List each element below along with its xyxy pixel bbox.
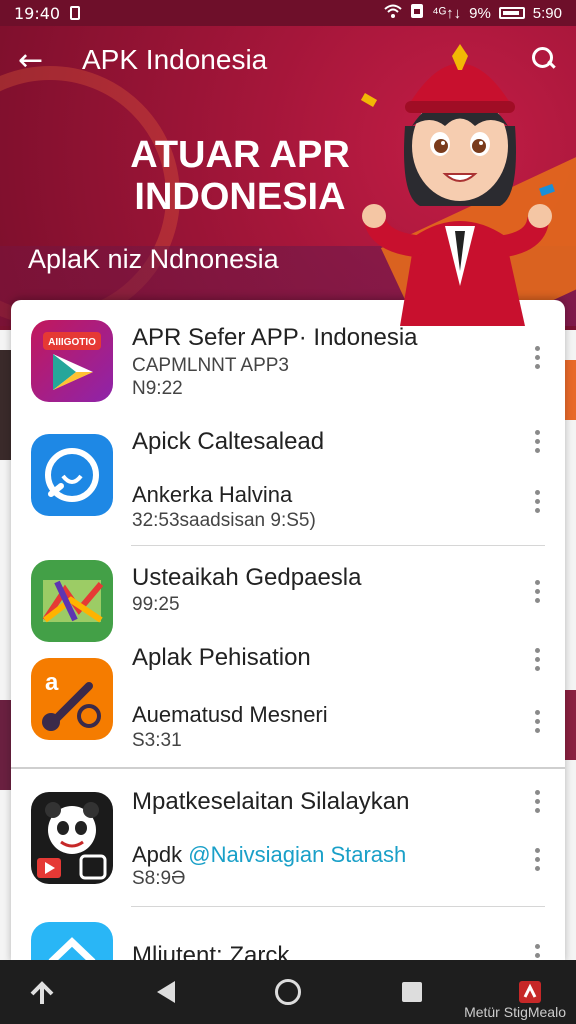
status-right: ⁴ᴳ↑↓ 9% 5:90 xyxy=(384,3,562,23)
item-title: Apick Caltesalead xyxy=(132,428,325,455)
back-icon[interactable] xyxy=(148,974,184,1010)
item-title: APR Sefer APP· Indonesia xyxy=(132,324,418,351)
hero-subtitle: AplaK niz Ndnonesia xyxy=(28,244,279,274)
item-subtitle: Auematusd Mesneri xyxy=(132,702,328,727)
navigation-bar: Metür StigMealo xyxy=(0,960,576,1024)
item-meta: N9:22 xyxy=(132,378,183,399)
more-options-icon[interactable] xyxy=(533,848,541,876)
list-item[interactable]: Usteaikah Gedpaesla 99:25 xyxy=(11,546,565,644)
item-title: Usteaikah Gedpaesla xyxy=(132,564,362,591)
chat-bubble-icon xyxy=(31,434,113,516)
app-icon xyxy=(31,922,113,964)
more-options-icon[interactable] xyxy=(533,490,541,518)
item-meta: 32:53saadsisan 9:S5) xyxy=(132,510,316,531)
item-meta: 99:25 xyxy=(132,594,180,615)
right-page-peek xyxy=(564,330,576,960)
recents-icon[interactable] xyxy=(394,974,430,1010)
status-bar: 19:40 ⁴ᴳ↑↓ 9% 5:90 xyxy=(0,0,576,26)
item-subtitle-prefix: Apdk xyxy=(132,842,183,867)
status-right-time: 5:90 xyxy=(532,4,562,22)
play-store-icon: AIIIGOTIO xyxy=(31,320,113,402)
nav-caption: Metür StigMealo xyxy=(464,1004,566,1020)
divider xyxy=(131,906,545,907)
battery-percent: 9% xyxy=(469,4,491,22)
list-item[interactable]: a Aplak Pehisation Auematusd Mesneri S3:… xyxy=(11,644,565,768)
page-title: APK Indonesia xyxy=(82,44,268,75)
item-meta: S3:31 xyxy=(132,730,182,751)
status-time: 19:40 xyxy=(14,3,61,23)
hero-title: ATUAR APR INDONESIA xyxy=(120,134,360,218)
list-item[interactable]: Apick Caltesalead Ankerka Halvina 32:53s… xyxy=(11,412,565,546)
more-options-icon[interactable] xyxy=(533,710,541,738)
arrow-left-icon[interactable]: ← xyxy=(18,43,58,78)
signal-icon: ⁴ᴳ↑↓ xyxy=(432,4,462,22)
home-arrow-icon[interactable] xyxy=(24,974,60,1010)
divider xyxy=(11,767,565,769)
hero-title-line2: INDONESIA xyxy=(134,176,346,218)
icon-badge-letter: a xyxy=(45,669,59,696)
sim-icon xyxy=(410,3,424,23)
chart-app-icon xyxy=(31,560,113,642)
notification-icon xyxy=(70,6,81,20)
list-item[interactable]: Mpatkeselaitan Silalaykan Apdk @Naivsiag… xyxy=(11,770,565,906)
list-item[interactable]: Mliutent: Zarck xyxy=(11,908,565,964)
item-title: Mpatkeselaitan Silalaykan xyxy=(132,788,410,815)
search-icon[interactable] xyxy=(532,47,558,73)
icon-badge-text: AIIIGOTIO xyxy=(48,337,96,348)
battery-icon xyxy=(498,7,525,19)
item-subtitle: Ankerka Halvina xyxy=(132,482,293,507)
item-title: Aplak Pehisation xyxy=(132,644,311,671)
more-options-icon[interactable] xyxy=(533,790,541,818)
tools-app-icon: a xyxy=(31,658,113,740)
hero-banner: ← APK Indonesia ATUAR APR INDONESIA Apla… xyxy=(0,26,576,326)
app-list: AIIIGOTIO APR Sefer APP· Indonesia CAPML… xyxy=(11,300,565,964)
wifi-icon xyxy=(384,4,402,22)
app-bar: ← APK Indonesia xyxy=(0,26,576,94)
item-meta: S8:9Ə xyxy=(132,868,186,889)
more-options-icon[interactable] xyxy=(533,346,541,374)
more-options-icon[interactable] xyxy=(533,648,541,676)
item-subtitle: CAPMLNNT APP3 xyxy=(132,355,289,376)
more-options-icon[interactable] xyxy=(533,430,541,458)
panda-app-icon xyxy=(31,792,113,884)
developer-link[interactable]: @Naivsiagian Starash xyxy=(188,842,406,867)
home-icon[interactable] xyxy=(270,974,306,1010)
item-subtitle: Apdk @Naivsiagian Starash xyxy=(132,842,406,868)
hero-title-line1: ATUAR APR xyxy=(130,134,350,176)
more-options-icon[interactable] xyxy=(533,580,541,608)
